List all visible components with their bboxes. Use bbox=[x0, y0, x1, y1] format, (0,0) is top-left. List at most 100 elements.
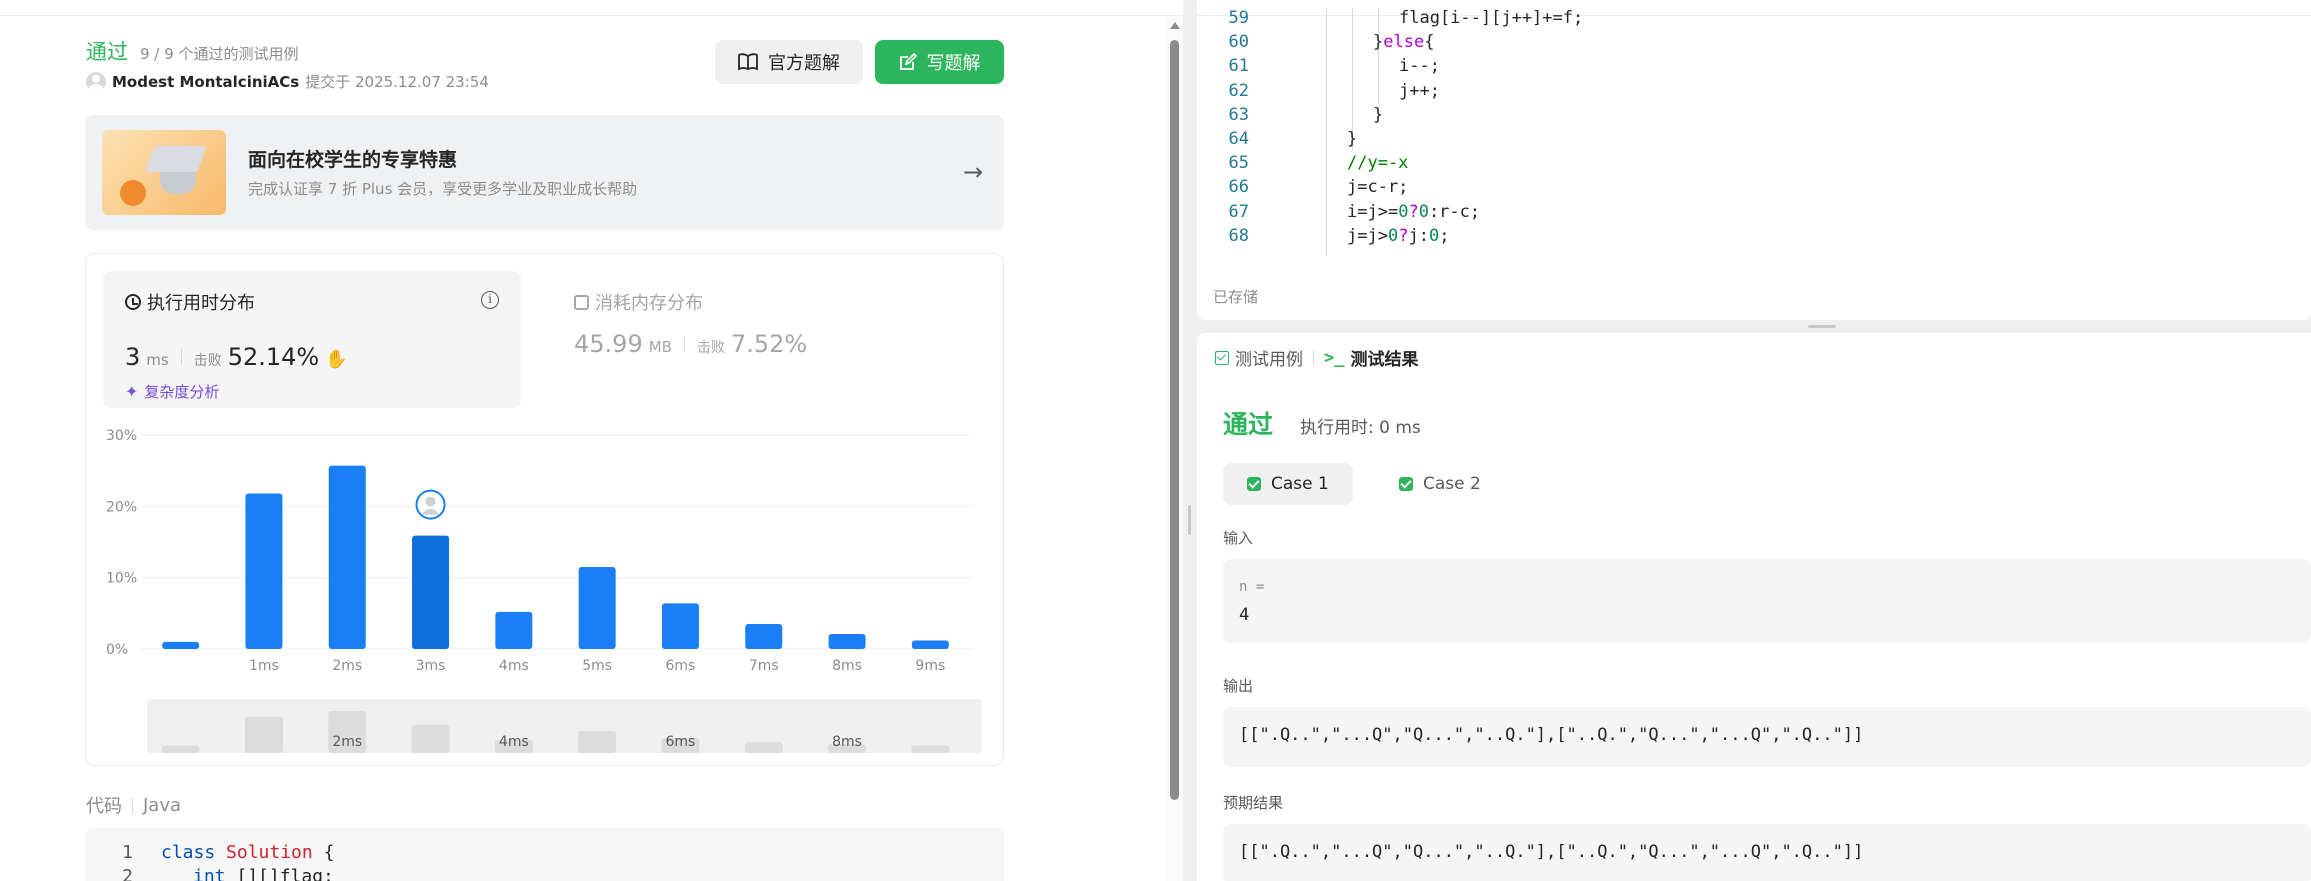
editor-line-code: }else{ bbox=[1373, 32, 1435, 53]
runtime-distribution-chart[interactable]: 30% 20% 10% 0% 1ms 2ms 3ms 4ms 5ms 6ms 7ms 8ms 9ms 2m… bbox=[86, 254, 1003, 765]
x-tick-label: 3ms bbox=[416, 658, 446, 674]
write-solution-button[interactable]: 写题解 bbox=[875, 40, 1004, 84]
indent-guide bbox=[1326, 8, 1327, 256]
tab-test-results[interactable]: >_ 测试结果 bbox=[1324, 345, 1419, 371]
chart-bar bbox=[495, 611, 533, 649]
editor-line: 61 i--; bbox=[1197, 56, 1440, 80]
submission-status: 通过 bbox=[86, 40, 128, 64]
input-value: 4 bbox=[1239, 605, 1250, 625]
horizontal-splitter[interactable] bbox=[1197, 320, 2311, 333]
editor-line-code: //y=-x bbox=[1347, 153, 1409, 174]
avatar[interactable] bbox=[86, 71, 106, 92]
line-number: 2 bbox=[122, 866, 133, 881]
editor-line-number: 68 bbox=[1228, 225, 1249, 246]
input-name: n = bbox=[1239, 579, 1265, 595]
code-editor[interactable]: 59 flag[i--][j++]+=f; 60}else{61 i--; 62 j++;… bbox=[1197, 0, 2311, 320]
editor-line-number: 62 bbox=[1228, 80, 1249, 101]
output-value: [[".Q..","...Q","Q...","..Q."],["..Q.","… bbox=[1239, 725, 1864, 745]
editor-line: 63} bbox=[1197, 104, 1384, 129]
editor-line-number: 66 bbox=[1228, 177, 1249, 198]
expected-field: [[".Q..","...Q","Q...","..Q."],["..Q.","… bbox=[1223, 824, 2311, 881]
editor-line: 62 j++; bbox=[1197, 80, 1440, 105]
overview-label: 2ms bbox=[332, 734, 362, 750]
output-label: 输出 bbox=[1223, 677, 1254, 695]
app-root: 通过 9 / 9 个通过的测试用例 Modest MontalciniACs 提… bbox=[0, 0, 2311, 881]
line-code: int [][]flag; bbox=[193, 866, 334, 881]
y-tick-label: 0% bbox=[106, 642, 128, 658]
checkbox-icon bbox=[1215, 350, 1229, 365]
left-scrollbar-thumb[interactable] bbox=[1170, 40, 1179, 800]
cases-summary: 9 / 9 个通过的测试用例 bbox=[140, 45, 299, 63]
chart-bar bbox=[412, 535, 450, 649]
x-tick-label: 8ms bbox=[832, 658, 862, 674]
author-row: Modest MontalciniACs 提交于 2025.12.07 23:5… bbox=[86, 71, 489, 92]
saved-indicator: 已存储 bbox=[1213, 288, 1259, 306]
expected-label: 预期结果 bbox=[1223, 794, 1284, 812]
editor-line: 60 }else{ bbox=[1197, 32, 1435, 56]
case-2-tab[interactable]: Case 2 bbox=[1375, 463, 1505, 505]
x-tick-label: 9ms bbox=[915, 658, 945, 674]
x-tick-label: 1ms bbox=[249, 658, 279, 674]
editor-line-number: 65 bbox=[1228, 153, 1249, 174]
overview-bar bbox=[744, 742, 783, 753]
avatar-head bbox=[425, 496, 436, 507]
editor-line-number: 60 bbox=[1228, 32, 1249, 53]
chart-bar bbox=[328, 465, 366, 649]
author-name[interactable]: Modest MontalciniACs bbox=[112, 73, 299, 91]
x-tick-label: 2ms bbox=[332, 658, 362, 674]
chart-bar bbox=[162, 641, 200, 649]
tab-test-cases-label: 测试用例 bbox=[1235, 350, 1303, 370]
editor-line-code: i--; bbox=[1399, 56, 1440, 77]
code-header: 代码 Java bbox=[86, 792, 181, 818]
x-tick-label: 4ms bbox=[499, 658, 529, 674]
case-2-label: Case 2 bbox=[1423, 474, 1481, 494]
chart-bar bbox=[245, 493, 283, 649]
editor-line-number: 67 bbox=[1228, 201, 1249, 222]
overview-label: 8ms bbox=[832, 734, 862, 750]
arrow-right-icon[interactable]: → bbox=[963, 158, 983, 186]
code-language: Java bbox=[143, 794, 182, 816]
indent-guide bbox=[1378, 8, 1379, 104]
editor-line-number: 63 bbox=[1228, 104, 1249, 125]
write-solution-label: 写题解 bbox=[926, 53, 981, 74]
scroll-up-icon[interactable] bbox=[1170, 22, 1180, 29]
x-tick-label: 7ms bbox=[749, 658, 779, 674]
editor-line-code: j++; bbox=[1399, 80, 1440, 101]
chart-bar bbox=[661, 603, 699, 649]
result-runtime: 执行用时: 0 ms bbox=[1300, 418, 1421, 438]
overview-bar bbox=[244, 716, 283, 753]
graduation-cap-illustration bbox=[102, 130, 226, 215]
overview-label: 6ms bbox=[666, 734, 696, 750]
editor-line-code: i=j>=0?0:r-c; bbox=[1347, 201, 1481, 222]
line-number: 1 bbox=[122, 842, 133, 863]
performance-stats-card: 执行用时分布 i 3 ms 击败 52.14% ✋ ✦ 复杂度分析 消耗内存分布… bbox=[85, 253, 1004, 766]
code-line: 2 int [][]flag; bbox=[85, 866, 334, 881]
editor-line-number: 64 bbox=[1228, 129, 1249, 149]
overview-bar bbox=[911, 745, 950, 753]
submission-panel: 通过 9 / 9 个通过的测试用例 Modest MontalciniACs 提… bbox=[0, 0, 1183, 881]
submitted-code-block[interactable]: 1 class Solution {2 int [][]flag; bbox=[85, 828, 1004, 881]
promo-subtitle: 完成认证享 7 折 Plus 会员，享受更多学业及职业成长帮助 bbox=[248, 180, 638, 198]
tab-test-results-label: 测试结果 bbox=[1350, 350, 1419, 370]
edit-icon bbox=[899, 53, 917, 70]
promo-title: 面向在校学生的专享特惠 bbox=[248, 149, 458, 171]
output-field: [[".Q..","...Q","Q...","..Q."],["..Q.","… bbox=[1223, 707, 2311, 767]
student-promo-banner[interactable]: 面向在校学生的专享特惠 完成认证享 7 折 Plus 会员，享受更多学业及职业成… bbox=[85, 115, 1004, 230]
editor-header bbox=[1197, 0, 2311, 16]
vertical-splitter[interactable] bbox=[1183, 0, 1197, 881]
editor-line-number: 61 bbox=[1228, 56, 1249, 77]
editor-line-number: 59 bbox=[1228, 8, 1249, 28]
y-tick-label: 30% bbox=[106, 428, 137, 444]
case-1-tab[interactable]: Case 1 bbox=[1223, 463, 1353, 505]
book-icon bbox=[738, 53, 758, 71]
case-1-label: Case 1 bbox=[1271, 474, 1329, 494]
tab-test-cases[interactable]: 测试用例 bbox=[1215, 345, 1303, 370]
input-field: n = 4 bbox=[1223, 559, 2311, 643]
editor-line-code: } bbox=[1347, 129, 1358, 149]
official-solution-button[interactable]: 官方题解 bbox=[715, 40, 863, 84]
y-tick-label: 10% bbox=[106, 571, 137, 587]
editor-line-code: j=j>0?j:0; bbox=[1347, 225, 1450, 246]
submitted-time: 提交于 2025.12.07 23:54 bbox=[305, 73, 489, 91]
chart-bar bbox=[578, 566, 616, 649]
overview-label: 4ms bbox=[499, 734, 529, 750]
